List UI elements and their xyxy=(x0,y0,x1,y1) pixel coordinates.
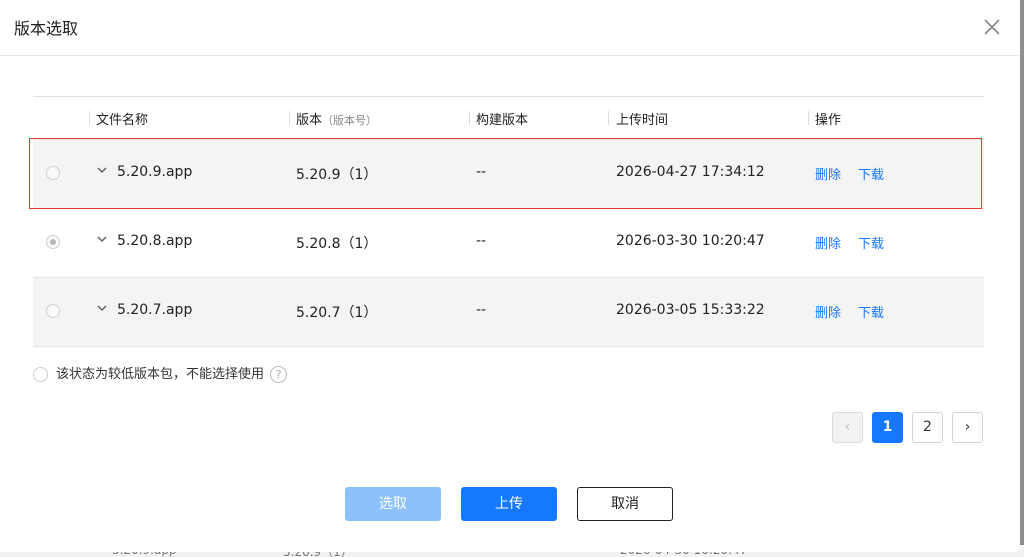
delete-link[interactable]: 删除 xyxy=(815,164,841,183)
legend-note: 该状态为较低版本包，不能选择使用? xyxy=(33,363,288,383)
chevron-down-icon[interactable] xyxy=(97,234,107,244)
pagination-prev[interactable]: ‹ xyxy=(832,412,863,443)
header-version-label: 版本 xyxy=(296,113,323,128)
version-select-dialog: 版本选取 文件名称 版本（版本号） 构建版本 上传时间 操作 5.20.9.ap… xyxy=(0,0,1020,552)
pagination-page-1[interactable]: 1 xyxy=(872,412,903,443)
table-row[interactable]: 5.20.7.app 5.20.7（1） -- 2026-03-05 15:33… xyxy=(33,277,984,347)
row-version: 5.20.7（1） xyxy=(296,305,378,321)
dialog-title: 版本选取 xyxy=(14,19,79,38)
row-build: -- xyxy=(476,233,487,249)
select-button[interactable]: 选取 xyxy=(345,487,441,521)
pagination-page-2[interactable]: 2 xyxy=(912,412,943,443)
delete-link[interactable]: 删除 xyxy=(815,302,841,321)
table-header: 文件名称 版本（版本号） 构建版本 上传时间 操作 xyxy=(33,96,984,139)
row-upload-time: 2026-04-27 17:34:12 xyxy=(616,164,765,180)
header-filename: 文件名称 xyxy=(96,113,149,128)
close-icon[interactable] xyxy=(980,15,1004,39)
download-link[interactable]: 下载 xyxy=(858,233,884,252)
table-row[interactable]: 5.20.9.app 5.20.9（1） -- 2026-04-27 17:34… xyxy=(33,139,984,208)
row-filename: 5.20.7.app xyxy=(117,302,193,318)
header-build: 构建版本 xyxy=(476,113,529,128)
cancel-button[interactable]: 取消 xyxy=(577,487,673,521)
legend-text: 该状态为较低版本包，不能选择使用 xyxy=(56,367,265,382)
row-upload-time: 2026-03-05 15:33:22 xyxy=(616,302,765,318)
download-link[interactable]: 下载 xyxy=(858,164,884,183)
delete-link[interactable]: 删除 xyxy=(815,233,841,252)
row-radio[interactable] xyxy=(46,235,60,249)
column-separator xyxy=(289,111,290,125)
header-upload-time: 上传时间 xyxy=(616,113,669,128)
chevron-down-icon[interactable] xyxy=(97,303,107,313)
header-actions: 操作 xyxy=(815,113,842,128)
table-row[interactable]: 5.20.8.app 5.20.8（1） -- 2026-03-30 10:20… xyxy=(33,208,984,277)
row-filename: 5.20.9.app xyxy=(117,164,193,180)
upload-button[interactable]: 上传 xyxy=(461,487,557,521)
help-icon[interactable]: ? xyxy=(270,366,288,383)
column-separator xyxy=(608,111,609,125)
pagination-next[interactable]: › xyxy=(952,412,983,443)
legend-radio xyxy=(33,367,48,382)
dialog-header: 版本选取 xyxy=(0,0,1020,56)
version-table: 文件名称 版本（版本号） 构建版本 上传时间 操作 5.20.9.app 5.2… xyxy=(33,96,984,347)
header-version-sub: （版本号） xyxy=(322,114,378,127)
header-version: 版本（版本号） xyxy=(296,109,377,128)
download-link[interactable]: 下载 xyxy=(858,302,884,321)
column-separator xyxy=(89,111,90,125)
row-upload-time: 2026-03-30 10:20:47 xyxy=(616,233,765,249)
row-build: -- xyxy=(476,164,487,180)
row-radio[interactable] xyxy=(46,166,60,180)
column-separator xyxy=(808,111,809,125)
chevron-down-icon[interactable] xyxy=(97,165,107,175)
row-build: -- xyxy=(476,302,487,318)
row-radio[interactable] xyxy=(46,304,60,318)
column-separator xyxy=(469,111,470,125)
row-filename: 5.20.8.app xyxy=(117,233,193,249)
row-version: 5.20.8（1） xyxy=(296,236,378,252)
row-version: 5.20.9（1） xyxy=(296,167,378,183)
